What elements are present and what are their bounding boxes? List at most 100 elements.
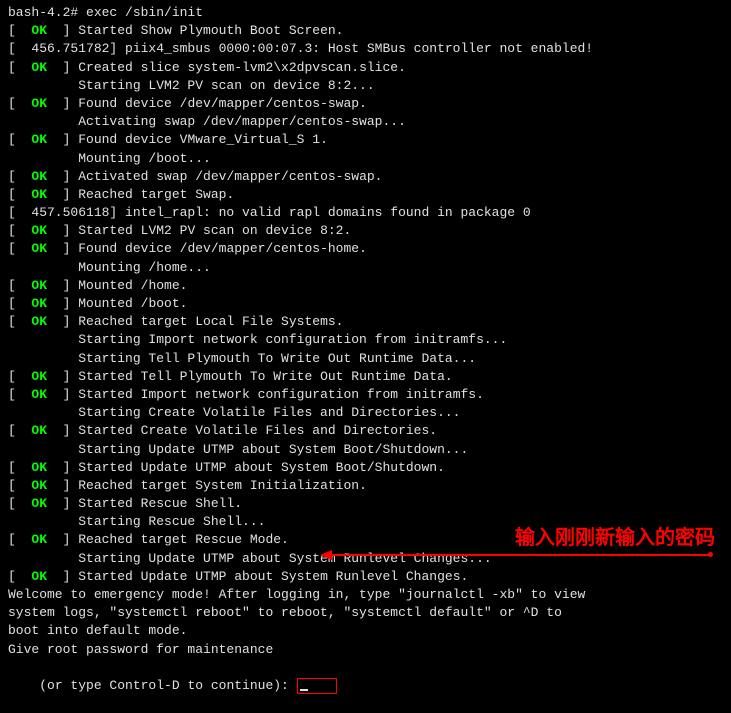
boot-line: [ OK ] Created slice system-lvm2\x2dpvsc… [8, 59, 723, 77]
boot-line: Welcome to emergency mode! After logging… [8, 586, 723, 604]
boot-line: [ OK ] Activated swap /dev/mapper/centos… [8, 168, 723, 186]
bracket-open: [ [8, 169, 31, 184]
boot-message: ] Started Show Plymouth Boot Screen. [63, 23, 344, 38]
bracket-open: [ [8, 132, 31, 147]
boot-line: [ OK ] Found device VMware_Virtual_S 1. [8, 131, 723, 149]
bracket-open: [ [8, 296, 31, 311]
bracket-open: [ [8, 387, 31, 402]
ok-status: OK [31, 187, 47, 202]
bracket-open: [ [8, 23, 31, 38]
boot-message: ] Reached target Swap. [63, 187, 235, 202]
bracket-close-space [47, 296, 63, 311]
boot-line: [ OK ] Started Update UTMP about System … [8, 459, 723, 477]
bracket-close-space [47, 314, 63, 329]
password-prompt-line: (or type Control-D to continue): [8, 659, 723, 713]
boot-log-lines: [ OK ] Started Show Plymouth Boot Screen… [8, 22, 723, 659]
bracket-open: [ [8, 223, 31, 238]
bracket-close-space [47, 23, 63, 38]
bracket-close-space [47, 60, 63, 75]
boot-line: [ OK ] Started Rescue Shell. [8, 495, 723, 513]
ok-status: OK [31, 278, 47, 293]
boot-line: Activating swap /dev/mapper/centos-swap.… [8, 113, 723, 131]
boot-line: Starting Tell Plymouth To Write Out Runt… [8, 350, 723, 368]
boot-line: boot into default mode. [8, 622, 723, 640]
boot-line: [ OK ] Found device /dev/mapper/centos-s… [8, 95, 723, 113]
bracket-open: [ [8, 478, 31, 493]
boot-message: boot into default mode. [8, 623, 187, 638]
boot-line: Starting Import network configuration fr… [8, 331, 723, 349]
ok-status: OK [31, 387, 47, 402]
bracket-close-space [47, 478, 63, 493]
ok-status: OK [31, 132, 47, 147]
ok-status: OK [31, 23, 47, 38]
ok-status: OK [31, 423, 47, 438]
cursor-icon [300, 689, 308, 691]
boot-line: system logs, "systemctl reboot" to reboo… [8, 604, 723, 622]
bracket-open: [ [8, 278, 31, 293]
boot-message: ] Started Update UTMP about System Boot/… [63, 460, 445, 475]
boot-line: [ OK ] Reached target System Initializat… [8, 477, 723, 495]
boot-line: [ OK ] Started Tell Plymouth To Write Ou… [8, 368, 723, 386]
ok-status: OK [31, 460, 47, 475]
boot-message: ] Started Tell Plymouth To Write Out Run… [63, 369, 453, 384]
boot-line: [ OK ] Reached target Local File Systems… [8, 313, 723, 331]
bracket-open: [ [8, 241, 31, 256]
ok-status: OK [31, 369, 47, 384]
boot-message: ] Created slice system-lvm2\x2dpvscan.sl… [63, 60, 406, 75]
bracket-close-space [47, 569, 63, 584]
bracket-open: [ [8, 460, 31, 475]
bracket-close-space [47, 187, 63, 202]
bracket-close-space [47, 532, 63, 547]
boot-message: ] Started Rescue Shell. [63, 496, 242, 511]
boot-message: ] Activated swap /dev/mapper/centos-swap… [63, 169, 383, 184]
bracket-open: [ [8, 60, 31, 75]
bracket-open: [ [8, 369, 31, 384]
ok-status: OK [31, 241, 47, 256]
bracket-open: [ [8, 96, 31, 111]
boot-message: ] Reached target Local File Systems. [63, 314, 344, 329]
boot-message: Give root password for maintenance [8, 642, 273, 657]
boot-message: [ 457.506118] intel_rapl: no valid rapl … [8, 205, 531, 220]
ok-status: OK [31, 223, 47, 238]
boot-line: [ OK ] Started Create Volatile Files and… [8, 422, 723, 440]
boot-message: Mounting /boot... [8, 151, 211, 166]
boot-message: ] Started Import network configuration f… [63, 387, 484, 402]
bracket-close-space [47, 387, 63, 402]
bracket-open: [ [8, 496, 31, 511]
boot-message: Starting Update UTMP about System Boot/S… [8, 442, 468, 457]
boot-line: [ OK ] Started Import network configurat… [8, 386, 723, 404]
ok-status: OK [31, 296, 47, 311]
boot-line: Give root password for maintenance [8, 641, 723, 659]
shell-prompt-line: bash-4.2# exec /sbin/init [8, 4, 723, 22]
boot-message: Starting Update UTMP about System Runlev… [8, 551, 492, 566]
boot-line: Starting LVM2 PV scan on device 8:2... [8, 77, 723, 95]
bracket-open: [ [8, 569, 31, 584]
boot-message: [ 456.751782] piix4_smbus 0000:00:07.3: … [8, 41, 593, 56]
ok-status: OK [31, 314, 47, 329]
bracket-open: [ [8, 314, 31, 329]
password-input-highlight[interactable] [297, 678, 337, 694]
ok-status: OK [31, 478, 47, 493]
boot-line: [ OK ] Reached target Swap. [8, 186, 723, 204]
bracket-close-space [47, 132, 63, 147]
ok-status: OK [31, 532, 47, 547]
bracket-close-space [47, 278, 63, 293]
boot-message: ] Mounted /boot. [63, 296, 188, 311]
ok-status: OK [31, 496, 47, 511]
boot-message: Starting Tell Plymouth To Write Out Runt… [8, 351, 476, 366]
boot-message: ] Started Create Volatile Files and Dire… [63, 423, 437, 438]
bracket-close-space [47, 369, 63, 384]
boot-line: [ OK ] Found device /dev/mapper/centos-h… [8, 240, 723, 258]
boot-line: [ OK ] Started Show Plymouth Boot Screen… [8, 22, 723, 40]
ok-status: OK [31, 169, 47, 184]
boot-message: ] Mounted /home. [63, 278, 188, 293]
boot-message: ] Reached target System Initialization. [63, 478, 367, 493]
bracket-open: [ [8, 187, 31, 202]
boot-line: Starting Create Volatile Files and Direc… [8, 404, 723, 422]
boot-line: [ 456.751782] piix4_smbus 0000:00:07.3: … [8, 40, 723, 58]
boot-message: Starting Rescue Shell... [8, 514, 265, 529]
ok-status: OK [31, 569, 47, 584]
ok-status: OK [31, 96, 47, 111]
boot-line: Mounting /home... [8, 259, 723, 277]
bracket-close-space [47, 223, 63, 238]
